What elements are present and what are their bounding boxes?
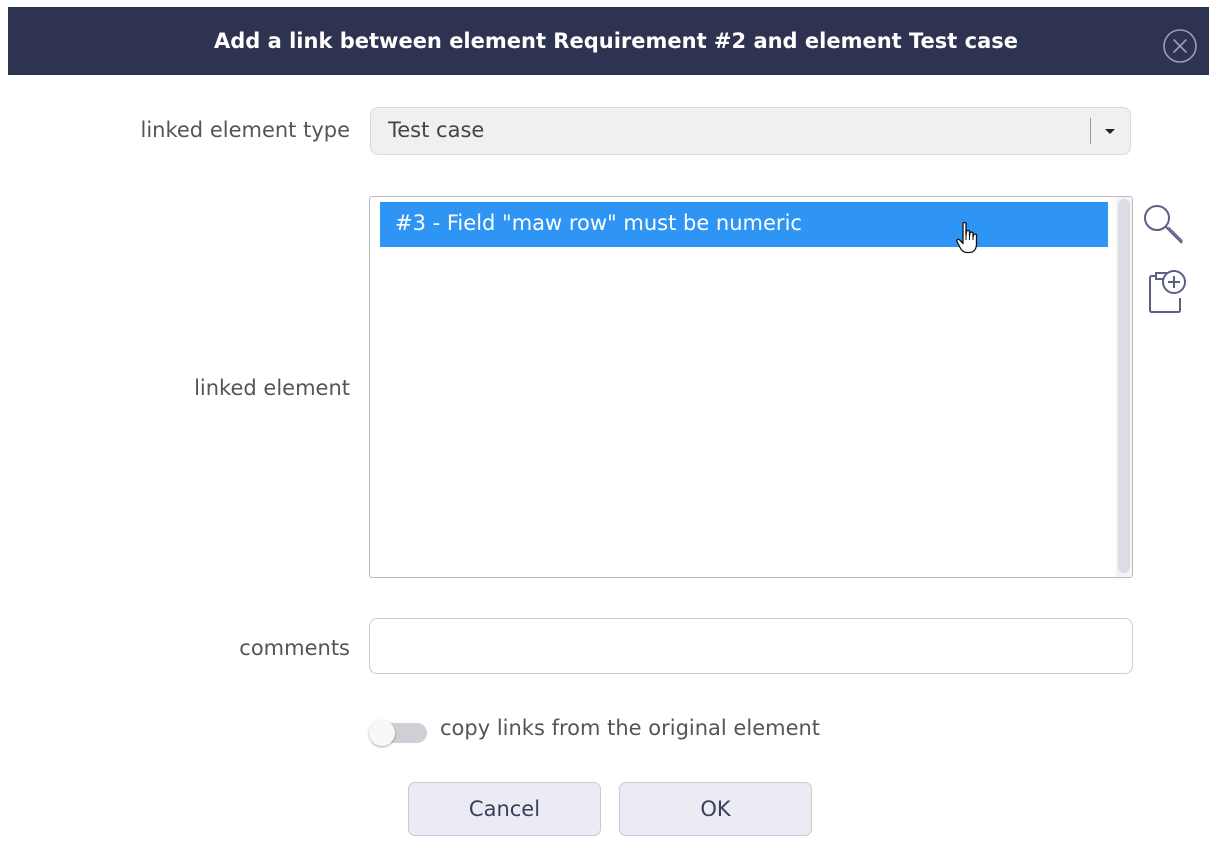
linked-element-type-label: linked element type xyxy=(140,118,351,142)
linked-element-type-value: Test case xyxy=(388,118,485,142)
add-clipboard-icon xyxy=(1149,270,1186,313)
comments-label: comments xyxy=(239,636,350,660)
cancel-button[interactable]: Cancel xyxy=(408,782,601,836)
search-button[interactable] xyxy=(1142,202,1188,248)
toggle-knob xyxy=(369,720,395,746)
copy-links-label: copy links from the original element xyxy=(440,716,821,740)
scroll-thumb[interactable] xyxy=(1118,199,1130,573)
scrollbar[interactable] xyxy=(1116,197,1132,577)
select-divider xyxy=(1090,118,1091,144)
close-button[interactable] xyxy=(1161,27,1199,65)
close-circle-icon xyxy=(1163,29,1197,63)
list-item[interactable]: #3 - Field "maw row" must be numeric xyxy=(380,202,1108,247)
hand-cursor-icon xyxy=(956,221,978,254)
comments-input[interactable] xyxy=(369,618,1133,674)
caret-down-icon[interactable] xyxy=(1100,123,1120,139)
add-link-dialog: Add a link between element Requirement #… xyxy=(0,0,1209,857)
copy-links-toggle[interactable] xyxy=(369,720,427,746)
dialog-titlebar: Add a link between element Requirement #… xyxy=(8,7,1209,75)
ok-button[interactable]: OK xyxy=(619,782,812,836)
magnifier-icon xyxy=(1144,205,1183,244)
linked-element-type-select[interactable]: Test case xyxy=(370,107,1131,155)
linked-element-listbox[interactable]: #3 - Field "maw row" must be numeric xyxy=(369,196,1133,578)
linked-element-label: linked element xyxy=(194,376,350,400)
add-element-button[interactable] xyxy=(1146,266,1192,316)
dialog-title: Add a link between element Requirement #… xyxy=(214,29,1018,53)
